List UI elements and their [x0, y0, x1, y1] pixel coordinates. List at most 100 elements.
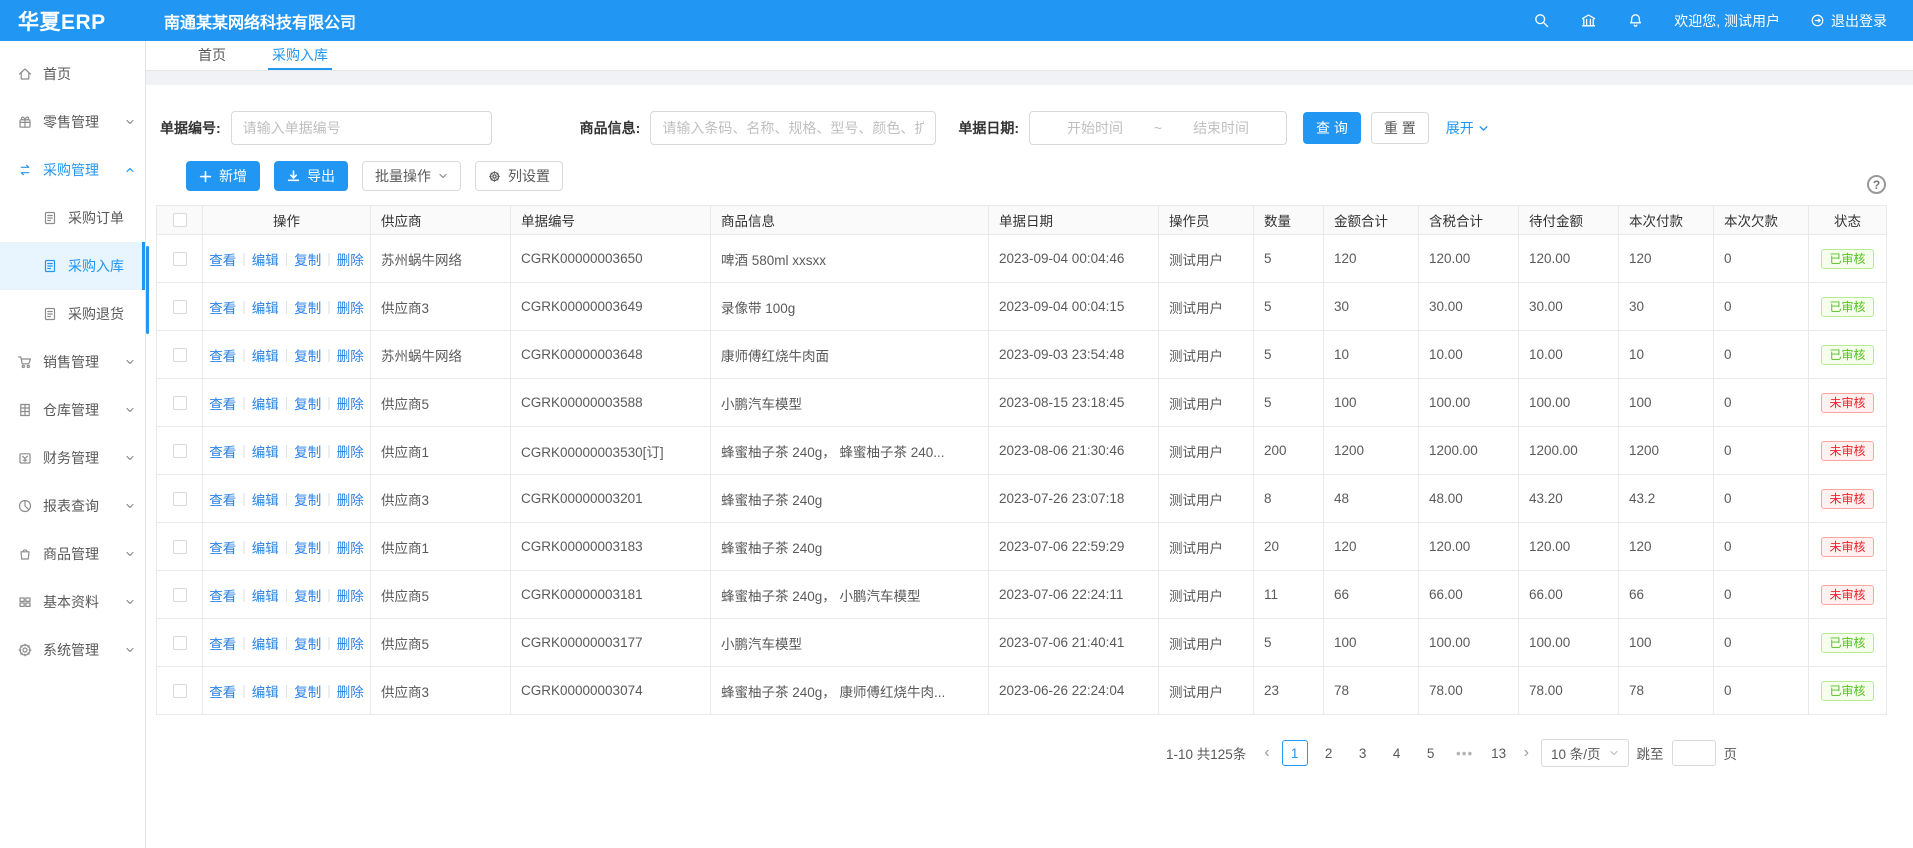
page-number-2[interactable]: 2 [1316, 740, 1342, 766]
delete-link[interactable]: 删除 [337, 537, 364, 557]
copy-link[interactable]: 复制 [294, 633, 321, 653]
view-link[interactable]: 查看 [209, 393, 236, 413]
view-link[interactable]: 查看 [209, 297, 236, 317]
action-separator: | [327, 491, 331, 506]
next-page-icon[interactable]: › [1520, 745, 1533, 761]
delete-link[interactable]: 删除 [337, 345, 364, 365]
sidebar-item-report[interactable]: 报表查询 [0, 482, 145, 530]
batch-actions-button[interactable]: 批量操作 [362, 161, 461, 191]
column-settings-button[interactable]: 列设置 [475, 161, 563, 191]
scrollbar-thumb[interactable] [146, 246, 149, 334]
page-number-13[interactable]: 13 [1486, 740, 1512, 766]
page-number-3[interactable]: 3 [1350, 740, 1376, 766]
copy-link[interactable]: 复制 [294, 393, 321, 413]
edit-link[interactable]: 编辑 [252, 489, 279, 509]
row-checkbox[interactable] [173, 636, 187, 650]
row-checkbox[interactable] [173, 588, 187, 602]
row-checkbox[interactable] [173, 348, 187, 362]
copy-link[interactable]: 复制 [294, 489, 321, 509]
sidebar-item-basic[interactable]: 基本资料 [0, 578, 145, 626]
page-number-5[interactable]: 5 [1418, 740, 1444, 766]
copy-link[interactable]: 复制 [294, 345, 321, 365]
action-separator: | [327, 395, 331, 410]
sidebar-item-sales[interactable]: 销售管理 [0, 338, 145, 386]
sidebar-item-purchase-inbound[interactable]: 采购入库 [0, 242, 145, 290]
edit-link[interactable]: 编辑 [252, 537, 279, 557]
row-checkbox[interactable] [173, 396, 187, 410]
bank-icon[interactable] [1580, 12, 1597, 29]
tab-1[interactable]: 首页 [194, 41, 230, 70]
sidebar-item-home[interactable]: 首页 [0, 50, 145, 98]
search-button[interactable]: 查 询 [1303, 112, 1361, 144]
sidebar-item-purchase[interactable]: 采购管理 [0, 146, 145, 194]
paid-cell: 30 [1619, 283, 1714, 331]
row-checkbox[interactable] [173, 540, 187, 554]
edit-link[interactable]: 编辑 [252, 345, 279, 365]
edit-link[interactable]: 编辑 [252, 249, 279, 269]
tab-2[interactable]: 采购入库 [268, 41, 332, 70]
view-link[interactable]: 查看 [209, 489, 236, 509]
sidebar-item-system[interactable]: 系统管理 [0, 626, 145, 674]
export-button[interactable]: 导出 [274, 161, 348, 191]
sidebar-item-purchase-order[interactable]: 采购订单 [0, 194, 145, 242]
view-link[interactable]: 查看 [209, 585, 236, 605]
reset-button[interactable]: 重 置 [1371, 112, 1429, 144]
row-checkbox[interactable] [173, 252, 187, 266]
expand-filters-link[interactable]: 展开 [1446, 118, 1489, 138]
copy-link[interactable]: 复制 [294, 441, 321, 461]
doc-no-input[interactable] [231, 111, 492, 145]
logout-button[interactable]: 退出登录 [1810, 11, 1887, 31]
copy-link[interactable]: 复制 [294, 681, 321, 701]
sidebar-item-goods[interactable]: 商品管理 [0, 530, 145, 578]
action-separator: | [242, 683, 246, 698]
page-number-4[interactable]: 4 [1384, 740, 1410, 766]
view-link[interactable]: 查看 [209, 633, 236, 653]
row-checkbox[interactable] [173, 492, 187, 506]
edit-link[interactable]: 编辑 [252, 633, 279, 653]
delete-link[interactable]: 删除 [337, 489, 364, 509]
delete-link[interactable]: 删除 [337, 441, 364, 461]
page-size-select[interactable]: 10 条/页 [1541, 739, 1629, 767]
help-icon[interactable]: ? [1867, 175, 1886, 194]
delete-link[interactable]: 删除 [337, 249, 364, 269]
sidebar-item-purchase-return[interactable]: 采购退货 [0, 290, 145, 338]
bell-icon[interactable] [1627, 12, 1644, 29]
copy-link[interactable]: 复制 [294, 249, 321, 269]
copy-link[interactable]: 复制 [294, 297, 321, 317]
view-link[interactable]: 查看 [209, 537, 236, 557]
sidebar-item-finance[interactable]: 财务管理 [0, 434, 145, 482]
purchase-inbound-table: 操作供应商单据编号商品信息单据日期操作员数量金额合计含税合计待付金额本次付款本次… [156, 205, 1887, 715]
delete-link[interactable]: 删除 [337, 297, 364, 317]
qty-cell: 5 [1254, 235, 1324, 283]
row-checkbox[interactable] [173, 300, 187, 314]
delete-link[interactable]: 删除 [337, 393, 364, 413]
view-link[interactable]: 查看 [209, 345, 236, 365]
sidebar-item-retail[interactable]: 零售管理 [0, 98, 145, 146]
product-info-input[interactable] [650, 111, 936, 145]
date-range-input[interactable]: 开始时间 ~ 结束时间 [1029, 111, 1287, 145]
view-link[interactable]: 查看 [209, 249, 236, 269]
page-ellipsis[interactable]: ••• [1452, 740, 1478, 766]
select-all-checkbox[interactable] [173, 213, 187, 227]
row-checkbox[interactable] [173, 684, 187, 698]
copy-link[interactable]: 复制 [294, 537, 321, 557]
row-checkbox[interactable] [173, 444, 187, 458]
edit-link[interactable]: 编辑 [252, 297, 279, 317]
status-badge: 已审核 [1821, 297, 1873, 317]
add-button[interactable]: 新增 [186, 161, 260, 191]
edit-link[interactable]: 编辑 [252, 393, 279, 413]
delete-link[interactable]: 删除 [337, 585, 364, 605]
edit-link[interactable]: 编辑 [252, 681, 279, 701]
search-icon[interactable] [1533, 12, 1550, 29]
sidebar-item-warehouse[interactable]: 仓库管理 [0, 386, 145, 434]
view-link[interactable]: 查看 [209, 681, 236, 701]
edit-link[interactable]: 编辑 [252, 585, 279, 605]
prev-page-icon[interactable]: ‹ [1260, 745, 1273, 761]
copy-link[interactable]: 复制 [294, 585, 321, 605]
view-link[interactable]: 查看 [209, 441, 236, 461]
jump-page-input[interactable] [1672, 740, 1716, 766]
delete-link[interactable]: 删除 [337, 633, 364, 653]
delete-link[interactable]: 删除 [337, 681, 364, 701]
page-number-1[interactable]: 1 [1282, 740, 1308, 766]
edit-link[interactable]: 编辑 [252, 441, 279, 461]
